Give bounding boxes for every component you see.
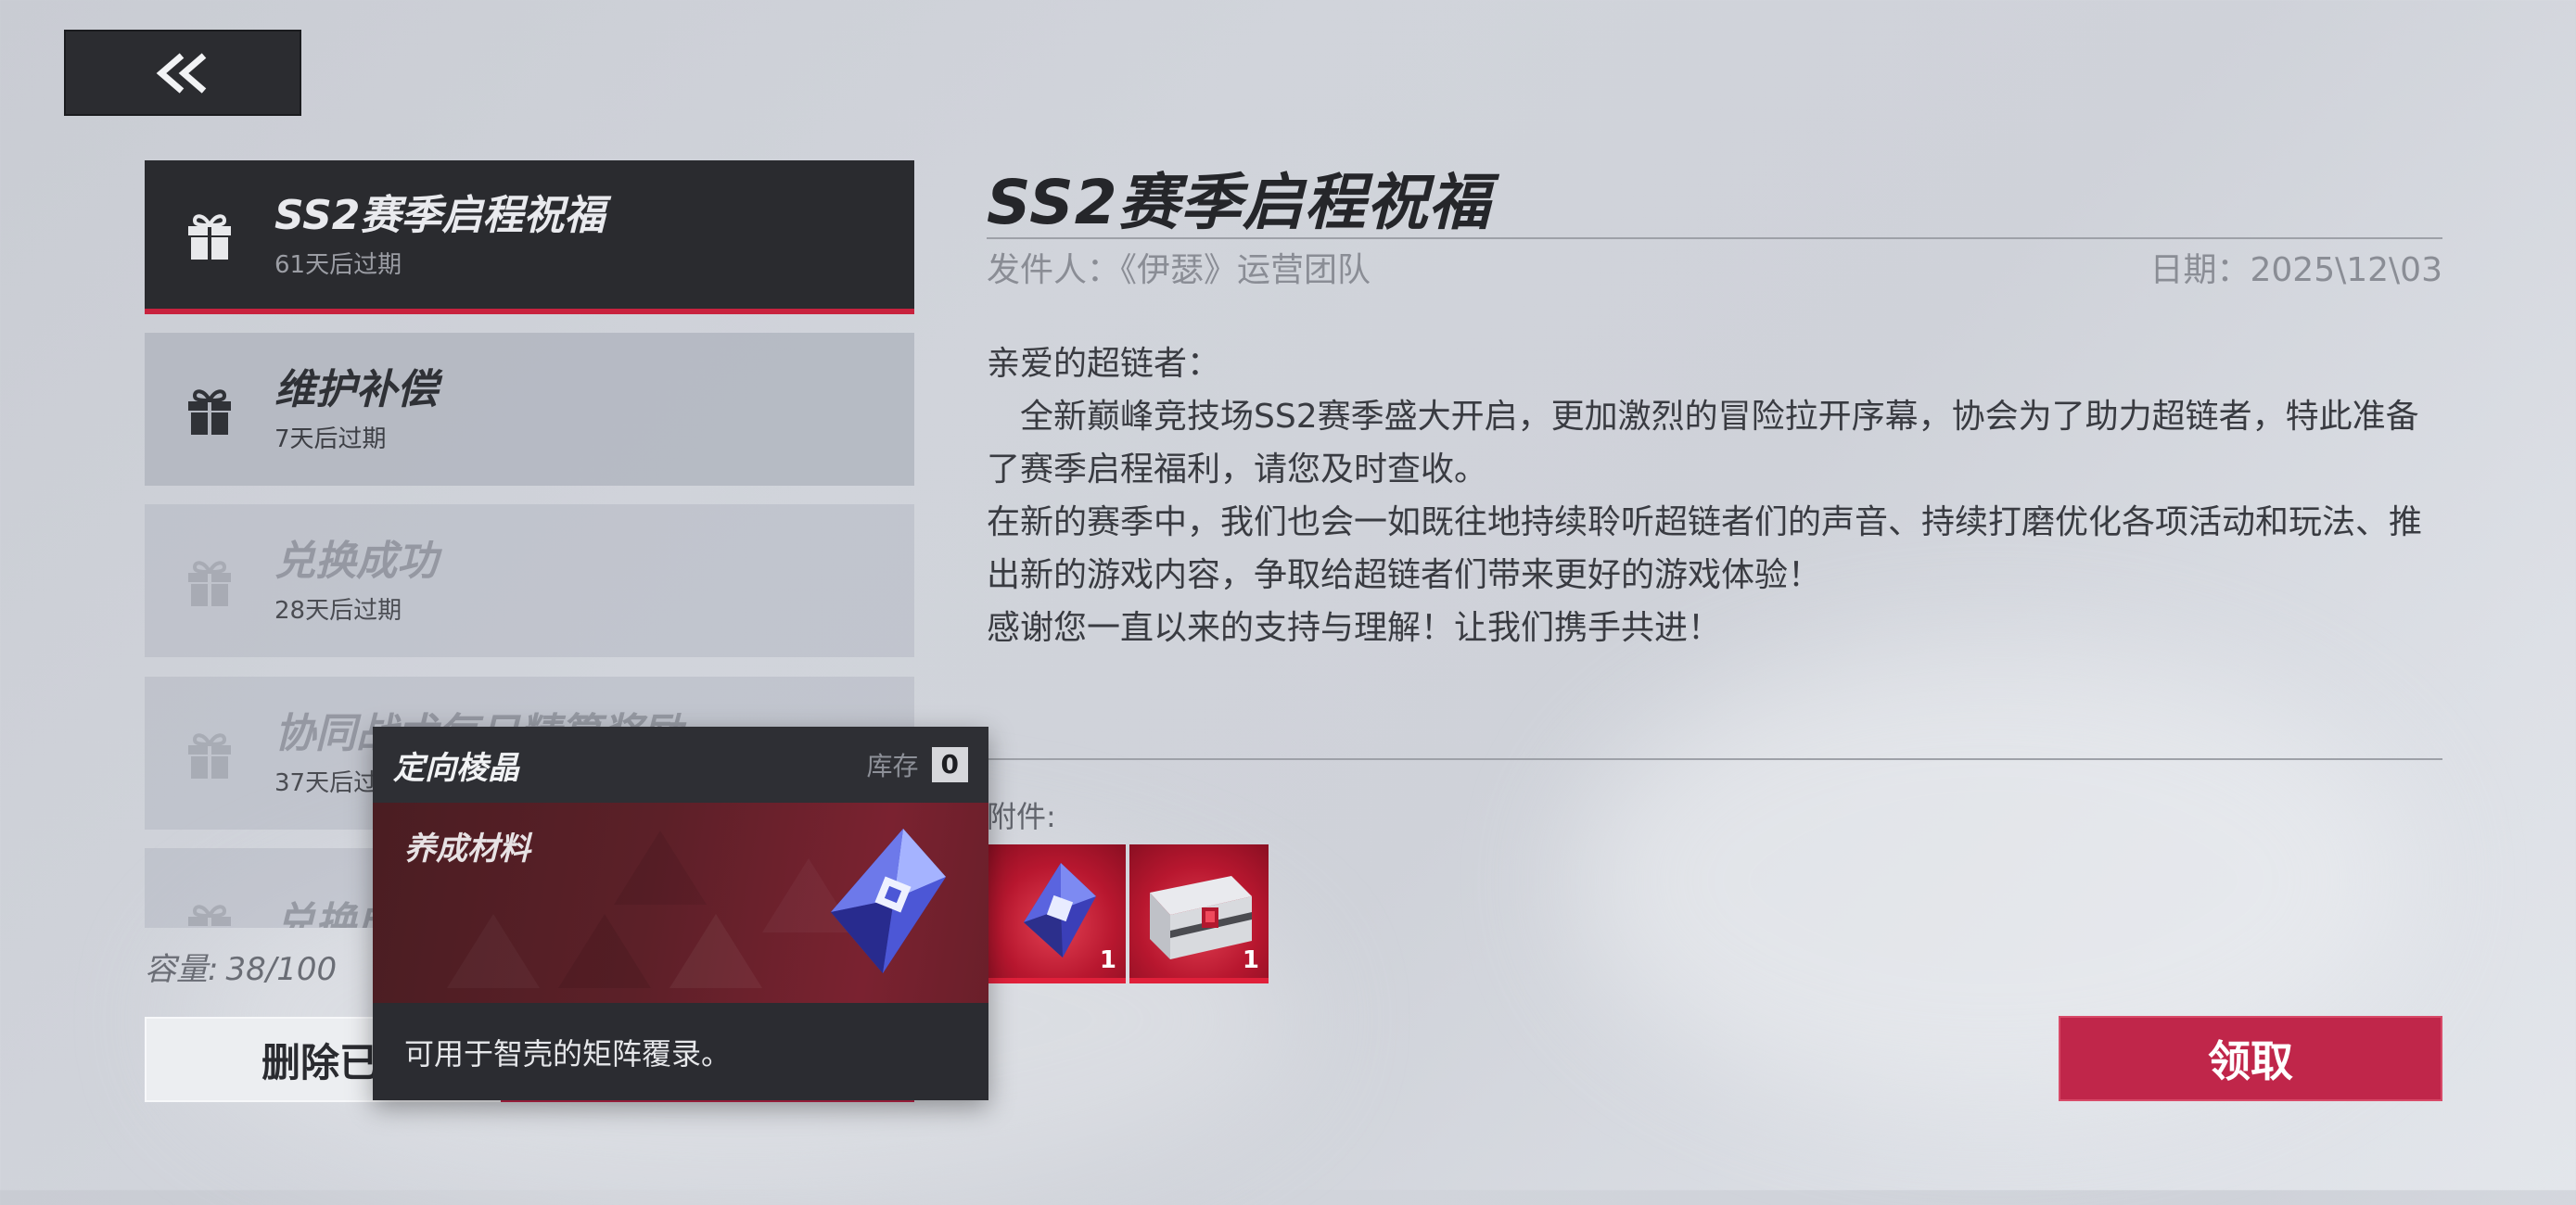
item-banner: 养成材料 (373, 803, 988, 1003)
stock-value: 0 (931, 747, 968, 782)
gift-icon (188, 214, 231, 260)
mail-date: 日期：2025\12\03 (2149, 251, 2443, 289)
mail-item[interactable]: SS2赛季启程祝福 61天后过期 (145, 160, 914, 314)
mail-item[interactable]: 兑换成功 28天后过期 (145, 504, 914, 657)
item-name: 定向棱晶 (393, 749, 519, 787)
gift-icon (188, 904, 231, 928)
attachment-item[interactable]: 1 (1129, 844, 1269, 983)
mail-title: SS2赛季启程祝福 (274, 191, 606, 239)
item-category: 养成材料 (404, 831, 530, 868)
mail-body: 亲爱的超链者： 全新巅峰竞技场SS2赛季盛大开启，更加激烈的冒险拉开序幕，协会为… (987, 345, 2423, 647)
gift-icon (188, 560, 231, 606)
attachment-label: 附件: (987, 799, 1056, 834)
mail-expire: 61天后过期 (274, 250, 402, 279)
item-description: 可用于智壳的矩阵覆录。 (404, 1035, 732, 1072)
item-description-area: 可用于智壳的矩阵覆录。 (373, 1003, 988, 1100)
stock-info: 库存 0 (866, 746, 968, 783)
mail-detail-title: SS2赛季启程祝福 (987, 167, 1491, 238)
tooltip-header: 定向棱晶 库存 0 (373, 727, 988, 803)
capacity-label: 容量: (145, 951, 219, 988)
back-button[interactable] (64, 30, 301, 116)
mail-title: 兑换成功 (274, 538, 438, 585)
item-tooltip: 定向棱晶 库存 0 养成材料 可用于智壳的矩阵覆录。 (373, 727, 988, 1100)
divider (987, 758, 2442, 760)
mail-title: 维护补偿 (274, 366, 438, 413)
crystal-icon (831, 829, 946, 973)
gift-icon (188, 388, 231, 435)
attachment-item[interactable]: 1 (987, 844, 1126, 983)
double-chevron-left-icon (156, 52, 207, 94)
divider (987, 237, 2442, 239)
mail-capacity: 容量: 38/100 (145, 944, 337, 989)
capacity-value: 38/100 (225, 951, 338, 988)
mail-expire: 7天后过期 (274, 425, 387, 453)
mail-sender: 发件人：《伊瑟》运营团队 (987, 251, 1371, 289)
mail-expire: 28天后过期 (274, 597, 402, 625)
gift-icon (188, 732, 231, 779)
attachment-qty: 1 (1099, 946, 1116, 974)
mail-item[interactable]: 维护补偿 7天后过期 (145, 333, 914, 486)
claim-button[interactable]: 领取 (2059, 1016, 2442, 1101)
stock-label: 库存 (866, 751, 919, 781)
attachment-qty: 1 (1242, 946, 1259, 974)
